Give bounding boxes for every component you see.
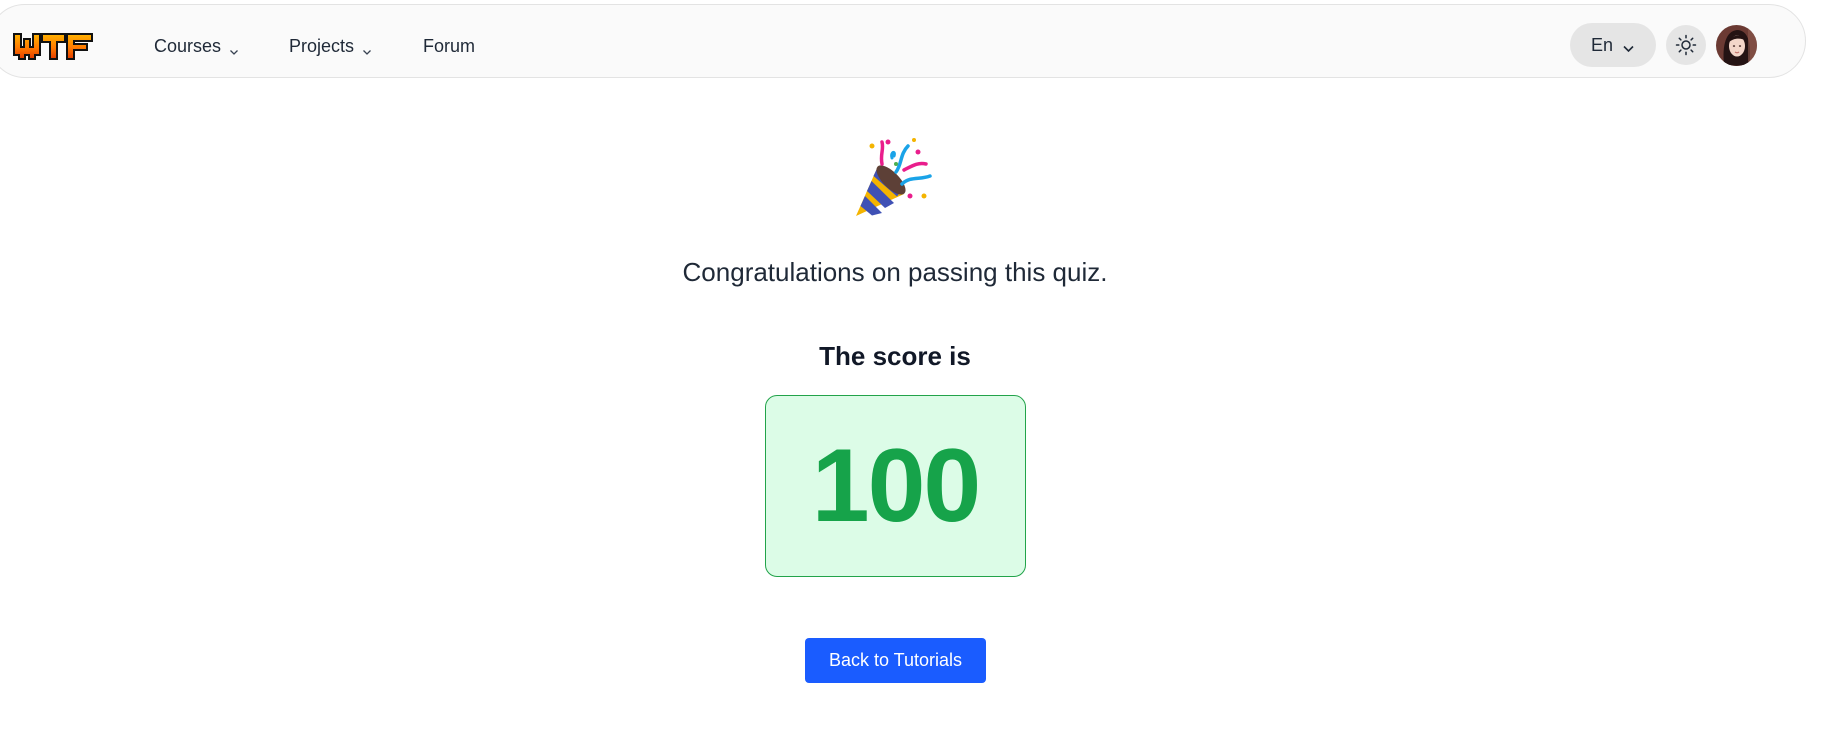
chevron-down-icon [362,41,372,55]
top-navbar: Courses Projects Forum En [0,4,1806,78]
back-to-tutorials-label: Back to Tutorials [828,650,963,670]
language-label: En [1590,34,1614,55]
site-logo[interactable] [13,33,93,60]
wtf-logo-icon [13,33,93,60]
score-label: The score is [819,341,971,371]
score-value: 100 [811,427,982,544]
back-to-tutorials-button[interactable]: Back to Tutorials [805,638,986,683]
language-selector[interactable]: En [1570,23,1656,67]
chevron-down-icon [1622,39,1635,52]
user-avatar[interactable] [1716,25,1757,66]
score-box: 100 [765,395,1026,577]
theme-toggle-button[interactable] [1666,25,1706,65]
avatar-image-icon [1716,25,1757,66]
nav-projects[interactable]: Projects [289,31,372,61]
nav-projects-label: Projects [289,35,355,56]
congratulations-message: Congratulations on passing this quiz. [682,257,1108,287]
nav-forum-label: Forum [423,35,476,56]
nav-forum[interactable]: Forum [423,31,475,61]
chevron-down-icon [229,41,239,55]
sun-icon [1675,34,1697,56]
nav-courses[interactable]: Courses [154,31,239,61]
party-popper-icon [852,136,936,220]
nav-courses-label: Courses [154,35,222,56]
